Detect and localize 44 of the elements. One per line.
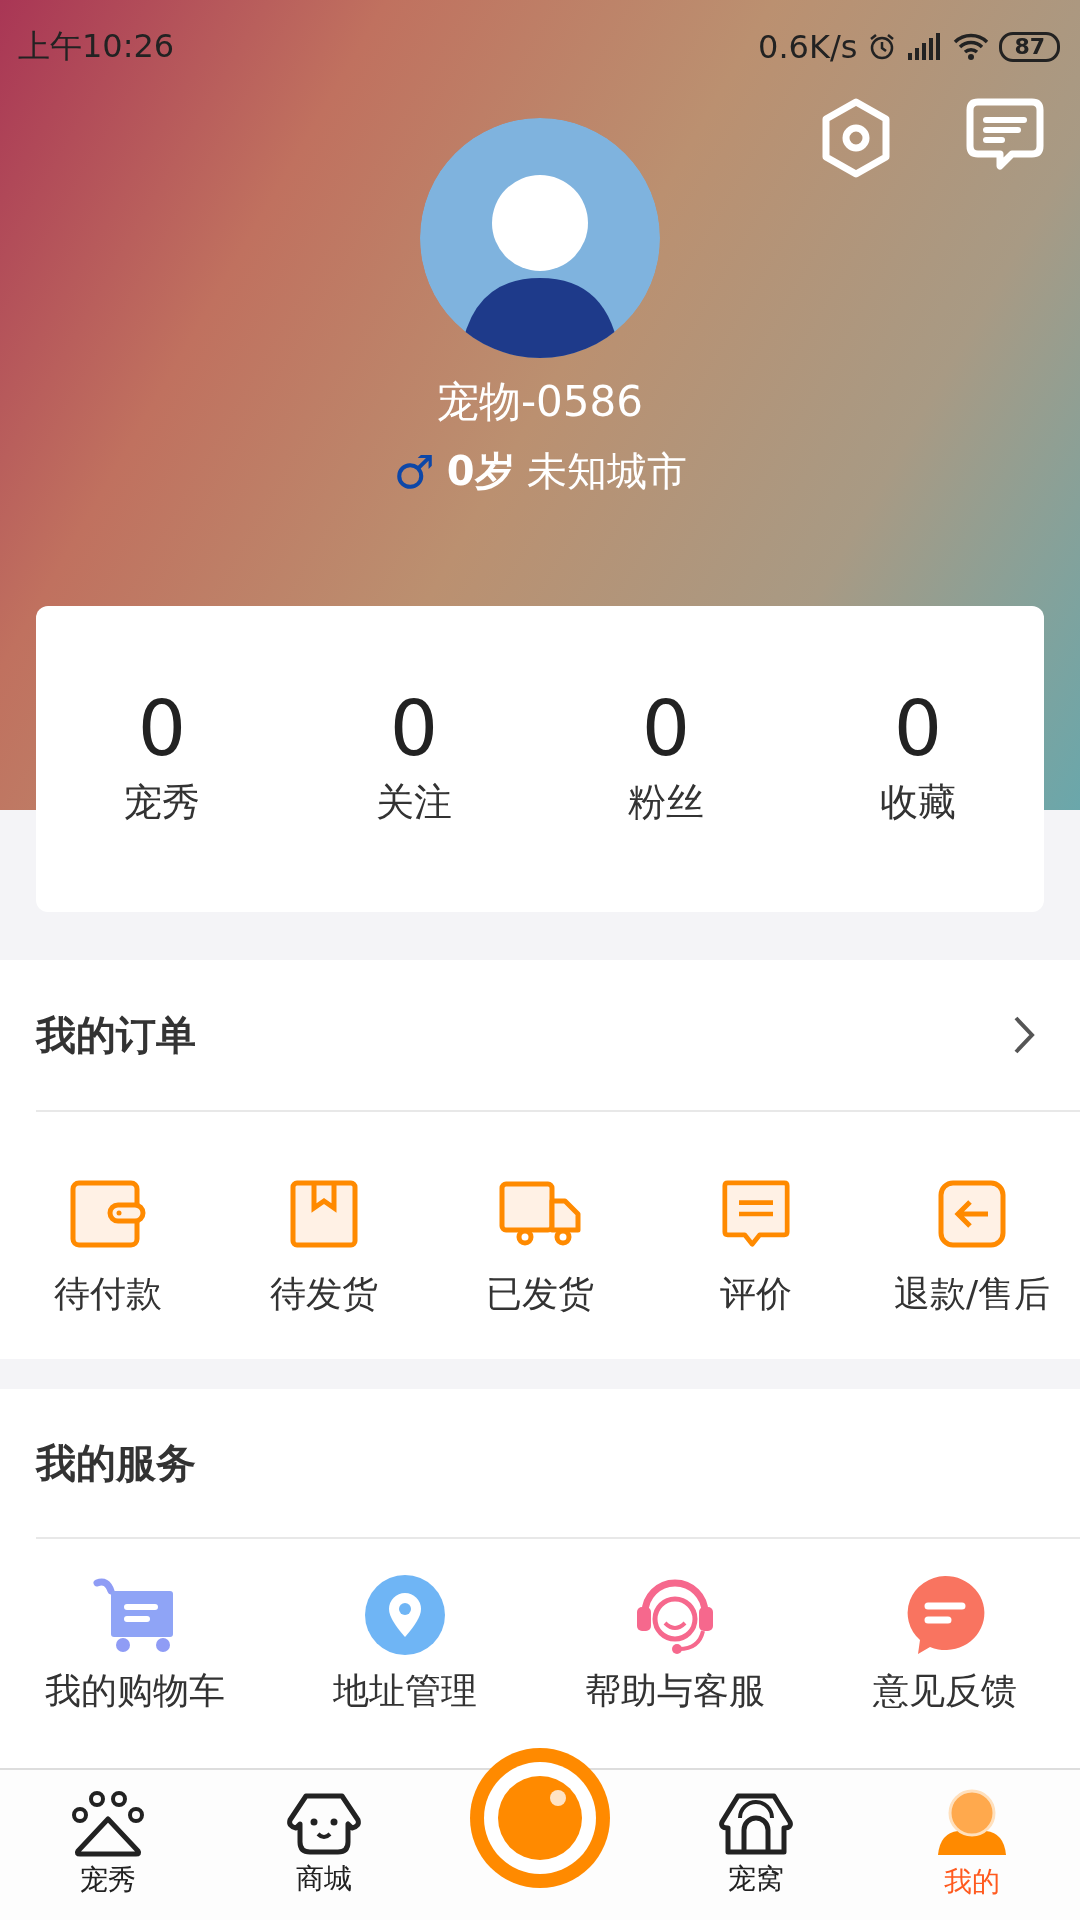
stat-label[interactable]: 粉丝 — [628, 776, 704, 828]
order-label[interactable]: 退款/售后 — [893, 1270, 1051, 1319]
stat-label[interactable]: 关注 — [376, 776, 452, 828]
user-name: 宠物-0586 — [436, 376, 643, 428]
box-icon[interactable] — [290, 1180, 358, 1248]
avatar[interactable] — [420, 118, 660, 358]
service-label[interactable]: 帮助与客服 — [585, 1667, 765, 1716]
order-label[interactable]: 待发货 — [270, 1270, 378, 1319]
status-time: 上午10:26 — [18, 26, 175, 67]
network-speed: 0.6K/s — [758, 28, 858, 66]
wifi-icon — [953, 33, 990, 61]
tab-item[interactable]: 宠秀 — [0, 1791, 216, 1899]
order-label[interactable]: 已发货 — [486, 1270, 594, 1319]
truck-icon[interactable] — [499, 1180, 581, 1248]
tab-item[interactable]: 宠窝 — [648, 1792, 864, 1898]
comment-icon[interactable] — [720, 1180, 792, 1248]
section-title: 我的服务 — [36, 1438, 196, 1488]
return-icon[interactable] — [938, 1180, 1006, 1248]
user-age: 0岁 — [446, 447, 515, 496]
male-icon: ♂ — [393, 444, 435, 499]
order-label[interactable]: 评价 — [720, 1270, 792, 1319]
chevron-right-icon[interactable] — [1012, 1014, 1036, 1056]
message-icon[interactable] — [966, 98, 1044, 172]
service-label[interactable]: 我的购物车 — [45, 1667, 225, 1716]
service-label[interactable]: 意见反馈 — [873, 1667, 1017, 1716]
battery-indicator: 87 — [999, 32, 1060, 62]
location-pin-icon[interactable] — [365, 1573, 445, 1657]
stat-count[interactable]: 0 — [137, 690, 187, 767]
wallet-icon[interactable] — [70, 1180, 146, 1248]
camera-button[interactable] — [470, 1748, 610, 1888]
order-label[interactable]: 待付款 — [54, 1270, 162, 1319]
section-title: 我的订单 — [36, 1010, 196, 1060]
stat-count[interactable]: 0 — [641, 690, 691, 767]
pet-house-icon — [718, 1792, 794, 1856]
tab-item[interactable]: 商城 — [216, 1792, 432, 1898]
stat-label[interactable]: 收藏 — [880, 776, 956, 828]
stat-count[interactable]: 0 — [389, 690, 439, 767]
user-city: 未知城市 — [526, 447, 687, 496]
settings-icon[interactable] — [820, 98, 892, 178]
stat-label[interactable]: 宠秀 — [124, 776, 200, 828]
service-label[interactable]: 地址管理 — [333, 1667, 477, 1716]
stat-count[interactable]: 0 — [893, 690, 943, 767]
paw-icon — [70, 1791, 146, 1857]
dog-face-icon — [286, 1792, 362, 1856]
